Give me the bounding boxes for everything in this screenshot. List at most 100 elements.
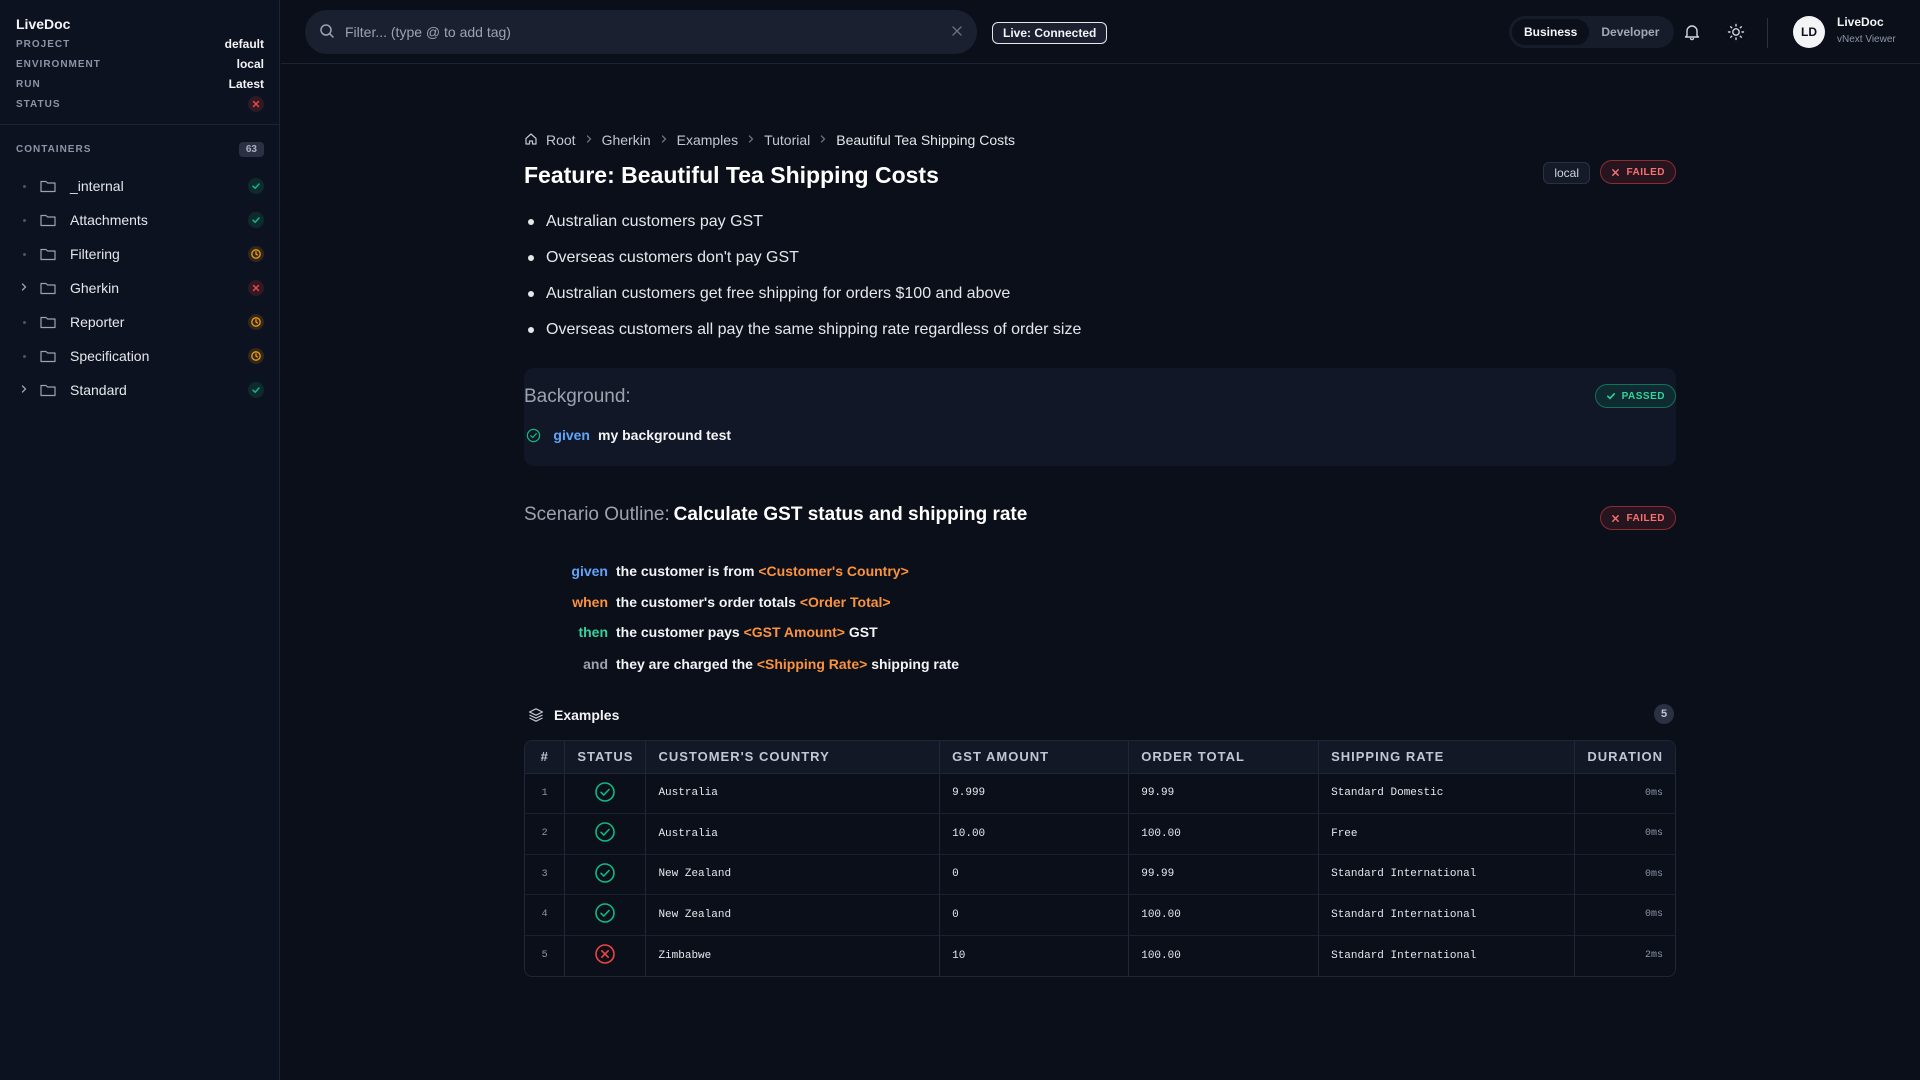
cell-country: Australia [645, 813, 941, 855]
user-role: vNext Viewer [1837, 34, 1896, 45]
row-status [564, 894, 647, 936]
check-circle-icon [594, 781, 616, 803]
sidebar-item-attachments[interactable]: Attachments [16, 206, 264, 234]
sidebar-item-standard[interactable]: Standard [16, 376, 264, 404]
cell-country: New Zealand [645, 854, 941, 895]
sidebar-item-label: Gherkin [70, 280, 120, 296]
containers-label: CONTAINERS [16, 143, 92, 155]
table-row[interactable]: 3 New Zealand 0 99.99 Standard Internati… [525, 854, 1675, 895]
step-row: when the customer's order totals <Order … [524, 591, 891, 613]
sidebar-item-label: Filtering [70, 246, 120, 262]
page-title: Feature: Beautiful Tea Shipping Costs [524, 162, 939, 188]
sidebar-item-specification[interactable]: Specification [16, 342, 264, 370]
breadcrumb-gherkin[interactable]: Gherkin [602, 132, 651, 148]
list-item: Australian customers pay GST [524, 204, 1676, 240]
step-row: then the customer pays <GST Amount> GST [524, 621, 877, 643]
clear-search-icon[interactable] [951, 24, 963, 40]
step-keyword: then [578, 624, 608, 640]
table-row[interactable]: 5 Zimbabwe 10 100.00 Standard Internatio… [525, 935, 1675, 976]
developer-mode-button[interactable]: Developer [1589, 19, 1671, 45]
search-bar[interactable] [305, 10, 977, 54]
table-row[interactable]: 1 Australia 9.999 99.99 Standard Domesti… [525, 773, 1675, 814]
meta-key: ENVIRONMENT [16, 58, 101, 70]
sidebar-divider [0, 124, 280, 125]
breadcrumb-root[interactable]: Root [546, 132, 576, 148]
avatar[interactable]: LD [1793, 16, 1825, 48]
step-text: the customer is from [616, 563, 755, 579]
step-text: the customer pays [616, 624, 740, 640]
sidebar-item-label: _internal [70, 178, 124, 194]
cell-duration: 0ms [1574, 854, 1675, 895]
step-param: <GST Amount> [743, 624, 845, 640]
scenario-label: Scenario Outline: [524, 504, 670, 525]
folder-icon [40, 281, 62, 295]
sidebar-item-gherkin[interactable]: Gherkin [16, 274, 264, 302]
passed-status-icon [248, 178, 264, 194]
bell-icon[interactable] [1682, 22, 1702, 42]
cell-total: 99.99 [1128, 854, 1320, 895]
sidebar-item-filtering[interactable]: Filtering [16, 240, 264, 268]
step-keyword: and [583, 656, 608, 672]
chevron-right-icon[interactable] [16, 383, 32, 397]
breadcrumb-examples[interactable]: Examples [677, 132, 738, 148]
scenario-steps: given the customer is from <Customer's C… [524, 550, 1676, 700]
tree-bullet [16, 184, 32, 188]
row-index: 2 [525, 813, 566, 855]
step-row: given the customer is from <Customer's C… [524, 560, 908, 582]
table-row[interactable]: 4 New Zealand 0 100.00 Standard Internat… [525, 894, 1675, 936]
meta-environment: ENVIRONMENT local [16, 56, 264, 72]
breadcrumb-current: Beautiful Tea Shipping Costs [836, 132, 1015, 148]
status-label: FAILED [1626, 512, 1665, 524]
cell-duration: 0ms [1574, 773, 1675, 814]
check-circle-icon [594, 902, 616, 924]
step-param: <Order Total> [799, 594, 891, 610]
meta-value: local [236, 57, 264, 71]
status-label: PASSED [1621, 390, 1665, 402]
examples-header: Examples 5 [524, 700, 1676, 730]
step-text: they are charged the [616, 656, 753, 672]
sidebar-item-internal[interactable]: _internal [16, 172, 264, 200]
failed-status-icon [248, 280, 264, 296]
cell-total: 100.00 [1128, 813, 1320, 855]
sidebar-item-label: Attachments [70, 212, 148, 228]
list-item: Australian customers get free shipping f… [524, 276, 1676, 312]
chevron-right-icon[interactable] [16, 281, 32, 295]
folder-icon [40, 247, 62, 261]
meta-value: default [224, 37, 264, 51]
theme-sun-icon[interactable] [1726, 22, 1746, 42]
cell-duration: 2ms [1644, 950, 1663, 961]
sidebar-item-label: Standard [70, 382, 127, 398]
chevron-right-icon [659, 133, 669, 147]
cell-gst: 0 [939, 854, 1130, 895]
step-keyword: given [553, 427, 590, 443]
cell-rate: Standard Domestic [1318, 773, 1576, 814]
sidebar: LiveDoc PROJECT default ENVIRONMENT loca… [0, 0, 280, 1080]
cell-gst: 10 [939, 935, 1130, 976]
check-icon [1606, 393, 1615, 400]
table-row[interactable]: 2 Australia 10.00 100.00 Free 0ms [525, 813, 1675, 855]
row-index: 3 [525, 854, 566, 895]
business-mode-button[interactable]: Business [1512, 19, 1590, 45]
pending-status-icon [248, 314, 264, 330]
close-icon [1612, 168, 1620, 176]
feature-status-badge: FAILED [1600, 160, 1676, 184]
status-label: FAILED [1626, 166, 1665, 178]
meta-key: PROJECT [16, 38, 71, 50]
list-item: Overseas customers all pay the same ship… [524, 312, 1676, 348]
meta-run: RUN Latest [16, 76, 264, 92]
step-text-suffix: shipping rate [871, 656, 960, 672]
failed-status-icon [248, 96, 264, 112]
column-header: ORDER TOTAL [1128, 741, 1320, 774]
search-input[interactable] [345, 24, 951, 40]
view-mode-toggle: Business Developer [1509, 16, 1675, 48]
sidebar-item-reporter[interactable]: Reporter [16, 308, 264, 336]
folder-icon [40, 383, 62, 397]
app-brand: LiveDoc [16, 16, 71, 32]
step-text: the customer's order totals [616, 594, 796, 610]
cell-duration: 0ms [1574, 894, 1675, 936]
check-circle-icon [594, 821, 616, 843]
meta-project: PROJECT default [16, 36, 264, 52]
column-header: SHIPPING RATE [1318, 741, 1576, 774]
background-card: Background: PASSED given my background t… [524, 368, 1676, 466]
breadcrumb-tutorial[interactable]: Tutorial [764, 132, 810, 148]
